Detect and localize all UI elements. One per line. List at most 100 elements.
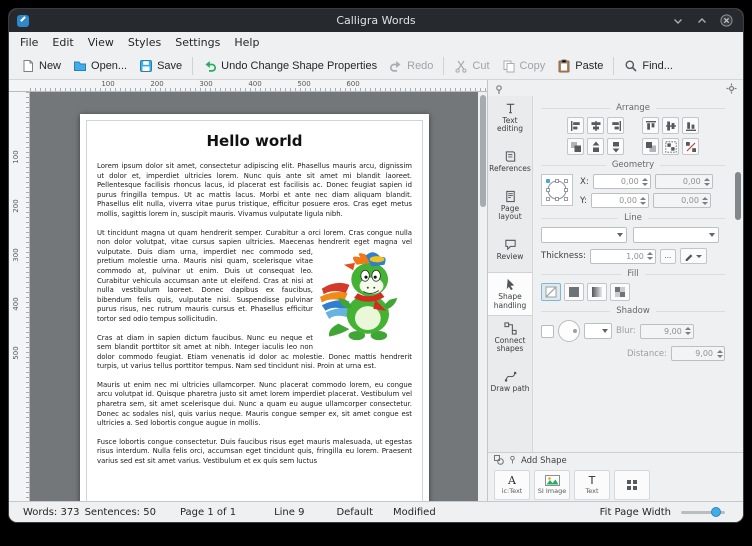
shape-text[interactable]: T Text <box>574 470 610 500</box>
shape-preview <box>541 174 573 206</box>
find-button[interactable]: Find... <box>618 56 679 76</box>
minimize-button[interactable] <box>672 15 684 27</box>
x-position-spinbox[interactable]: 0,00 <box>593 174 651 189</box>
dock-float-button[interactable] <box>494 79 504 98</box>
draw-path-icon <box>504 370 517 383</box>
tab-draw-path[interactable]: Draw path <box>488 360 532 404</box>
send-to-back-button[interactable] <box>642 138 659 155</box>
align-vcenter-button[interactable] <box>662 117 679 134</box>
paragraph-2-text-a: Ut tincidunt magna ut quam hendrerit sem… <box>97 229 412 247</box>
menu-styles[interactable]: Styles <box>121 34 168 51</box>
paste-icon <box>557 59 571 73</box>
align-bottom-button[interactable] <box>682 117 699 134</box>
spinner-arrows[interactable] <box>701 197 710 205</box>
line-color-button[interactable] <box>680 248 707 264</box>
tab-shape-handling[interactable]: Shape handling <box>488 272 532 316</box>
spinner-arrows[interactable] <box>646 252 655 260</box>
scrollbar-handle[interactable] <box>480 95 486 207</box>
ungroup-icon <box>685 141 697 153</box>
menu-help[interactable]: Help <box>227 34 266 51</box>
konqi-mascot-image[interactable] <box>320 250 412 342</box>
tab-review[interactable]: Review <box>488 228 532 272</box>
document-scrollbar[interactable] <box>478 92 487 501</box>
shadow-angle-dial[interactable] <box>558 320 580 342</box>
zoom-slider[interactable] <box>681 506 725 518</box>
ungroup-button[interactable] <box>682 138 699 155</box>
height-spinbox[interactable]: 0,00 <box>653 193 711 208</box>
align-right-button[interactable] <box>607 117 624 134</box>
align-top-button[interactable] <box>642 117 659 134</box>
add-shape-docker: Add Shape A ic:Text SI Image T Text <box>488 452 743 501</box>
width-spinbox[interactable]: 0,00 <box>655 174 713 189</box>
toolbar-separator <box>443 57 444 75</box>
chevron-down-icon <box>602 329 608 333</box>
dock-settings-gear-icon[interactable] <box>726 79 737 98</box>
bring-to-front-icon <box>570 141 582 153</box>
document-page[interactable]: Hello world Lorem ipsum dolor sit amet, … <box>80 114 429 501</box>
titlebar[interactable]: Calligra Words <box>9 9 743 32</box>
fill-none-button[interactable] <box>541 283 561 301</box>
tab-text-editing[interactable]: Text editing <box>488 96 532 140</box>
line-more-options-button[interactable]: ... <box>660 249 676 264</box>
copy-button[interactable]: Copy <box>496 56 552 76</box>
shape-pattern[interactable] <box>614 470 650 500</box>
thickness-label: Thickness: <box>541 251 586 261</box>
bring-to-front-button[interactable] <box>567 138 584 155</box>
line-end-style-combobox[interactable] <box>633 227 719 243</box>
shape-image[interactable]: SI Image <box>534 470 570 500</box>
group-button[interactable] <box>662 138 679 155</box>
tab-page-layout[interactable]: Page layout <box>488 184 532 228</box>
distance-label: Distance: <box>627 349 667 359</box>
spinner-arrows[interactable] <box>639 197 648 205</box>
toolbar-separator <box>192 57 193 75</box>
cut-button[interactable]: Cut <box>448 56 495 76</box>
horizontal-ruler[interactable]: 100 200 300 400 500 600 <box>30 80 487 92</box>
new-button[interactable]: New <box>15 56 67 76</box>
tool-options-dock: Text editing References Page layout Revi… <box>487 80 743 501</box>
undo-button[interactable]: Undo Change Shape Properties <box>197 56 383 76</box>
distance-spinbox[interactable]: 9,00 <box>671 346 725 361</box>
options-scrollbar[interactable] <box>733 96 743 452</box>
menu-view[interactable]: View <box>81 34 121 51</box>
line-style-combobox[interactable] <box>541 227 627 243</box>
align-hcenter-button[interactable] <box>587 117 604 134</box>
redo-button[interactable]: Redo <box>383 56 439 76</box>
canvas[interactable]: Hello world Lorem ipsum dolor sit amet, … <box>30 92 478 501</box>
vertical-ruler[interactable]: 100 200 300 400 500 <box>9 92 30 501</box>
shadow-enable-checkbox[interactable] <box>541 325 554 338</box>
spinner-arrows[interactable] <box>684 327 693 335</box>
spinner-arrows[interactable] <box>715 350 724 358</box>
align-left-button[interactable] <box>567 117 584 134</box>
menu-settings[interactable]: Settings <box>168 34 227 51</box>
lower-button[interactable] <box>607 138 624 155</box>
fill-gradient-button[interactable] <box>587 283 607 301</box>
scrollbar-handle[interactable] <box>735 172 741 220</box>
spinner-arrows[interactable] <box>641 178 650 186</box>
fill-solid-button[interactable] <box>564 283 584 301</box>
zoom-mode-selector[interactable]: Fit Page Width <box>600 507 671 518</box>
document-heading: Hello world <box>97 132 412 150</box>
shape-artistic-text[interactable]: A ic:Text <box>494 470 530 500</box>
close-button[interactable] <box>720 14 733 27</box>
fill-pattern-button[interactable] <box>610 283 630 301</box>
tab-references[interactable]: References <box>488 140 532 184</box>
paste-button[interactable]: Paste <box>551 56 609 76</box>
blur-spinbox[interactable]: 9,00 <box>640 324 694 339</box>
ruler-mark: 600 <box>344 80 362 88</box>
raise-button[interactable] <box>587 138 604 155</box>
thickness-spinbox[interactable]: 1,00 <box>590 249 656 264</box>
y-position-spinbox[interactable]: 0,00 <box>591 193 649 208</box>
spinner-arrows[interactable] <box>703 178 712 186</box>
shadow-color-combobox[interactable] <box>584 323 612 339</box>
tab-connect-shapes[interactable]: Connect shapes <box>488 316 532 360</box>
menubar: File Edit View Styles Settings Help <box>9 32 743 52</box>
save-button[interactable]: Save <box>133 56 188 76</box>
menu-edit[interactable]: Edit <box>45 34 80 51</box>
style-selector[interactable]: Default <box>336 507 373 518</box>
menu-file[interactable]: File <box>13 34 45 51</box>
pin-icon[interactable] <box>508 455 517 467</box>
open-button[interactable]: Open... <box>67 56 133 76</box>
chevron-down-icon <box>696 255 702 258</box>
maximize-button[interactable] <box>696 15 708 27</box>
zoom-slider-handle[interactable] <box>711 507 721 517</box>
